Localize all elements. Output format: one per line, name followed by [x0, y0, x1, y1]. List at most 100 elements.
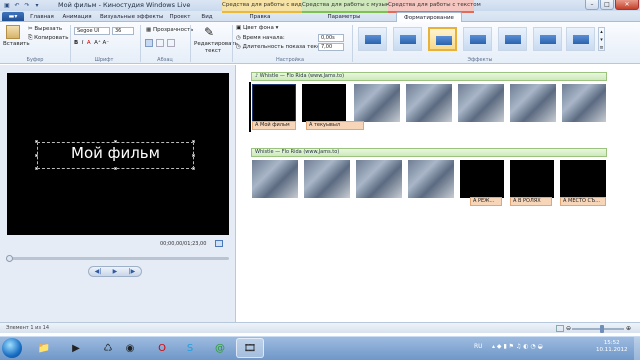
language-indicator[interactable]: RU — [474, 343, 483, 350]
file-menu-button[interactable]: ▬▾ — [2, 12, 24, 21]
tab-format[interactable]: Форматирование — [396, 12, 462, 22]
effect-thumbnail[interactable] — [358, 27, 387, 51]
show-desktop-button[interactable] — [634, 337, 640, 360]
effect-thumbnail-selected[interactable] — [428, 27, 457, 51]
storyboard-view-icon[interactable] — [556, 325, 564, 332]
media-player-icon[interactable]: ▶ — [62, 338, 90, 358]
next-frame-button[interactable]: |▶ — [129, 268, 136, 275]
clip-thumbnail[interactable] — [510, 84, 556, 122]
align-right-icon[interactable] — [167, 39, 175, 47]
effect-thumbnail[interactable] — [566, 27, 595, 51]
clip-thumbnail[interactable] — [356, 160, 402, 198]
font-size-select[interactable]: 36 — [112, 27, 134, 35]
play-button[interactable]: ▶ — [113, 268, 118, 275]
folder-icon[interactable]: 📁 — [30, 338, 58, 358]
clip-thumbnail[interactable] — [562, 84, 606, 122]
clip-thumbnail[interactable] — [460, 160, 504, 198]
edit-text-button-label-1[interactable]: Редактировать — [194, 41, 238, 47]
gallery-scroll[interactable]: ▴ ▾ ≡ — [598, 27, 605, 51]
zoom-in-icon[interactable]: ⊕ — [626, 325, 631, 332]
music-track[interactable]: Whistle — Flo Rida (www.Jams.to) — [251, 148, 607, 157]
resize-handle[interactable] — [114, 140, 117, 143]
clip-thumbnail[interactable] — [302, 84, 346, 122]
tab-animation[interactable]: Анимация — [60, 12, 94, 22]
align-left-icon[interactable] — [145, 39, 153, 47]
previous-frame-button[interactable]: ◀| — [95, 268, 102, 275]
cut-button[interactable]: ✂ Вырезать — [28, 26, 62, 32]
dropdown-icon[interactable]: ▾ — [33, 2, 41, 10]
save-icon[interactable]: ▣ — [3, 2, 11, 10]
zoom-thumb[interactable] — [600, 325, 604, 333]
playhead[interactable] — [249, 82, 251, 132]
paste-button[interactable]: Вставить — [3, 41, 30, 47]
caption-tag[interactable]: A Мой фильм — [252, 121, 296, 130]
clip-thumbnail[interactable] — [252, 160, 298, 198]
ribbon-separator — [140, 25, 141, 62]
effect-thumbnail[interactable] — [393, 27, 422, 51]
mail-icon[interactable]: @ — [206, 338, 234, 358]
start-time-input[interactable]: 0,00s — [318, 34, 344, 42]
paste-icon[interactable] — [6, 25, 20, 39]
transparency-button[interactable]: ▦ Прозрачность — [146, 27, 193, 33]
quick-access-toolbar: ▣ ↶ ↷ ▾ — [3, 1, 41, 10]
minimize-button[interactable]: – — [585, 0, 599, 10]
undo-icon[interactable]: ↶ — [13, 2, 21, 10]
effect-thumbnail[interactable] — [463, 27, 492, 51]
align-center-icon[interactable] — [156, 39, 164, 47]
tray-icons[interactable]: ▴ ◆ ▮ ⚑ ♫ ◐ ◔ ◒ — [492, 343, 543, 350]
clock-time: 15:52 — [603, 340, 620, 346]
bg-color-button[interactable]: ▣ Цвет фона ▾ — [236, 25, 278, 31]
tab-edit[interactable]: Правка — [240, 12, 280, 22]
tab-home[interactable]: Главная — [28, 12, 56, 22]
maximize-button[interactable]: □ — [600, 0, 614, 10]
clock[interactable]: 15:52 10.11.2012 — [596, 340, 628, 354]
caption-tag[interactable]: A В РОЛЯХ — [510, 197, 552, 206]
clip-thumbnail[interactable] — [560, 160, 606, 198]
seek-thumb[interactable] — [6, 255, 13, 262]
clip-thumbnail[interactable] — [252, 84, 296, 122]
italic-button[interactable]: I — [82, 40, 84, 46]
resize-handle[interactable] — [35, 167, 38, 170]
clip-thumbnail[interactable] — [510, 160, 554, 198]
clip-thumbnail[interactable] — [458, 84, 504, 122]
fullscreen-icon[interactable] — [215, 240, 223, 247]
moviemaker-icon[interactable]: 🎞 — [236, 338, 264, 358]
resize-handle[interactable] — [192, 140, 195, 143]
bold-button[interactable]: B — [74, 40, 78, 46]
resize-handle[interactable] — [114, 167, 117, 170]
copy-button[interactable]: ⎘ Копировать — [28, 35, 69, 42]
font-family-select[interactable]: Segoe UI — [74, 27, 110, 35]
tab-options[interactable]: Параметры — [318, 12, 370, 22]
redo-icon[interactable]: ↷ — [23, 2, 31, 10]
skype-icon[interactable]: S — [176, 338, 204, 358]
resize-handle[interactable] — [35, 140, 38, 143]
caption-tag[interactable]: A РЕЖ... — [470, 197, 502, 206]
tab-visual-effects[interactable]: Визуальные эффекты — [100, 12, 163, 22]
duration-input[interactable]: 7,00 — [318, 43, 344, 51]
seek-bar[interactable] — [7, 257, 229, 260]
caption-tag[interactable]: A текуывыл — [306, 121, 364, 130]
resize-handle[interactable] — [192, 167, 195, 170]
effect-thumbnail[interactable] — [498, 27, 527, 51]
grow-font-icon[interactable]: A⁺ — [94, 40, 101, 46]
shrink-font-icon[interactable]: A⁻ — [103, 40, 110, 46]
start-button[interactable] — [2, 338, 22, 358]
chrome-icon[interactable]: ◉ — [116, 338, 144, 358]
tab-project[interactable]: Проект — [166, 12, 194, 22]
clip-thumbnail[interactable] — [406, 84, 452, 122]
effect-thumbnail[interactable] — [533, 27, 562, 51]
close-button[interactable]: ✕ — [615, 0, 639, 10]
edit-text-button-label-2[interactable]: текст — [194, 48, 232, 54]
tab-view[interactable]: Вид — [196, 12, 218, 22]
clip-thumbnail[interactable] — [408, 160, 454, 198]
caption-text[interactable]: Мой фильм — [37, 144, 194, 162]
opera-icon[interactable]: O — [148, 338, 176, 358]
clip-thumbnail[interactable] — [354, 84, 400, 122]
font-color-icon[interactable]: A — [87, 40, 91, 46]
zoom-slider[interactable] — [572, 328, 624, 330]
music-track[interactable]: ♪ Whistle — Flo Rida (www.Jams.to) — [251, 72, 607, 81]
zoom-out-icon[interactable]: ⊖ — [566, 325, 571, 332]
clip-thumbnail[interactable] — [304, 160, 350, 198]
duration-label: ◷ Длительность показа текста: — [236, 44, 329, 50]
caption-tag[interactable]: A МЕСТО СЪ... — [560, 197, 606, 206]
